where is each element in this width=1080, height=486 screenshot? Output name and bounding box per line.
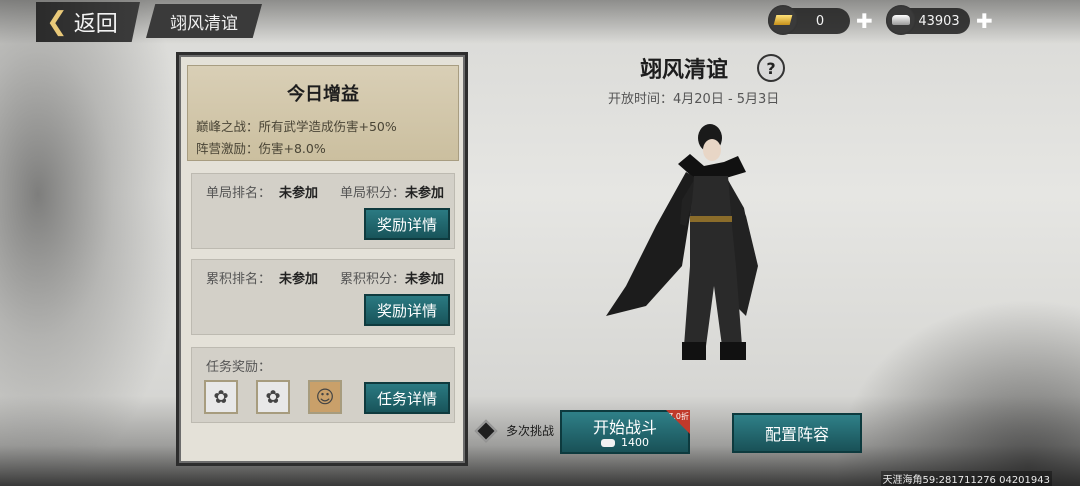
task-reward-section: 任务奖励： ✿ ✿ ☺ 任务详情	[191, 347, 455, 423]
task-reward-label: 任务奖励：	[206, 360, 272, 375]
start-battle-cost-value: 1400	[621, 436, 649, 449]
add-silver-icon[interactable]: ✚	[976, 9, 993, 33]
task-details-button[interactable]: 任务详情	[364, 382, 450, 414]
single-score-label: 单局积分：	[340, 186, 406, 201]
cumulative-section: 累积排名： 未参加 累积积分：未参加 奖励详情	[191, 259, 455, 335]
cumulative-score: 累积积分：未参加	[340, 268, 444, 287]
checkbox-diamond-icon	[474, 419, 498, 442]
reward-item-icon[interactable]: ✿	[204, 380, 238, 414]
chevron-left-icon: ❮	[46, 7, 68, 37]
silver-value: 43903	[918, 13, 960, 29]
back-label: 返回	[73, 12, 118, 37]
cumulative-score-value: 未参加	[405, 272, 445, 287]
add-gold-icon[interactable]: ✚	[856, 9, 873, 33]
character-figure	[606, 124, 758, 360]
multi-challenge-toggle[interactable]: 多次挑战	[474, 419, 555, 442]
reward-item-icon[interactable]: ✿	[256, 380, 290, 414]
cumulative-rank-value: 未参加	[279, 272, 319, 287]
help-icon[interactable]: ?	[757, 54, 785, 82]
buff-line-1: 巅峰之战：所有武学造成伤害+50%	[196, 119, 397, 134]
configure-lineup-button[interactable]: 配置阵容	[732, 413, 862, 453]
start-battle-button[interactable]: 开始战斗 1400 7.0折	[560, 410, 690, 454]
silver-ingot-icon	[601, 438, 615, 447]
start-battle-cost: 1400	[562, 436, 688, 449]
cumulative-rank: 累积排名： 未参加	[206, 268, 318, 287]
cumulative-score-label: 累积积分：	[340, 272, 406, 287]
start-battle-label: 开始战斗	[592, 418, 657, 437]
daily-buff-box: 今日增益 巅峰之战：所有武学造成伤害+50% 阵营激励：伤害+8.0%	[187, 65, 459, 161]
single-match-section: 单局排名： 未参加 单局积分：未参加 奖励详情	[191, 173, 455, 249]
gold-value: 0	[815, 13, 825, 29]
buff-line-2: 阵营激励：伤害+8.0%	[196, 141, 326, 156]
multi-challenge-label: 多次挑战	[506, 424, 555, 438]
buff-title: 今日增益	[287, 84, 359, 105]
back-button[interactable]: ❮ 返回	[36, 2, 140, 42]
cumulative-rank-label: 累积排名：	[206, 272, 272, 287]
event-title: 翊风清谊	[640, 58, 729, 83]
reward-portrait-icon[interactable]: ☺	[308, 380, 342, 414]
single-reward-details-button[interactable]: 奖励详情	[364, 208, 450, 240]
watermark: 天涯海角59:281711276 04201943	[880, 471, 1052, 486]
single-rank-value: 未参加	[279, 186, 319, 201]
single-rank: 单局排名： 未参加	[206, 182, 318, 201]
page-title-tab: 翊风清谊	[146, 4, 262, 38]
single-score-value: 未参加	[405, 186, 445, 201]
single-rank-label: 单局排名：	[206, 186, 272, 201]
silver-currency: 43903 ✚	[886, 5, 993, 35]
single-score: 单局积分：未参加	[340, 182, 444, 201]
gold-currency: 0 ✚	[768, 5, 873, 35]
silver-ingot-icon	[886, 5, 916, 35]
open-time: 开放时间：4月20日 - 5月3日	[608, 92, 780, 107]
gold-ingot-icon	[768, 5, 798, 35]
cumulative-reward-details-button[interactable]: 奖励详情	[364, 294, 450, 326]
info-panel: 今日增益 巅峰之战：所有武学造成伤害+50% 阵营激励：伤害+8.0% 单局排名…	[176, 52, 468, 466]
